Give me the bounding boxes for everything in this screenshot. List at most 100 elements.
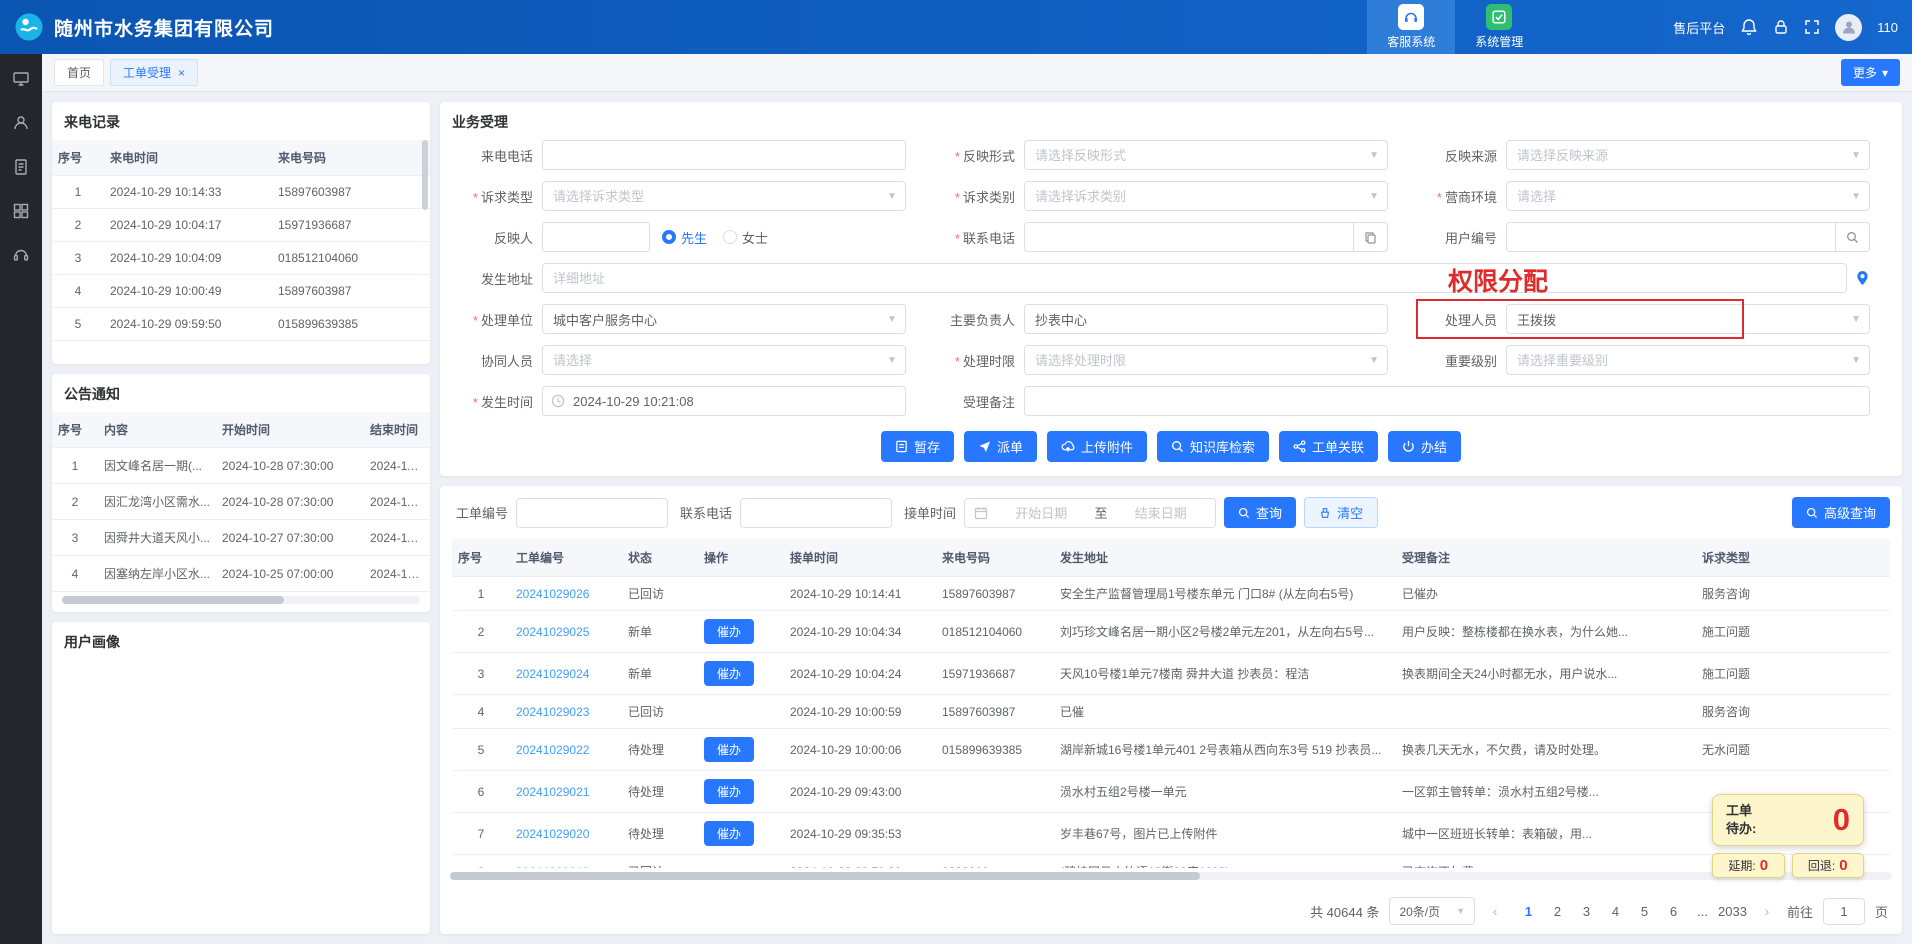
save-button[interactable]: 暂存 xyxy=(881,431,954,462)
user-number-input[interactable] xyxy=(1506,222,1836,252)
order-row[interactable]: 820241029019已回访2024-10-29 09:51:23382886… xyxy=(452,855,1890,869)
announcement-row[interactable]: 2因汇龙湾小区需水...2024-10-28 07:30:002024-11-0… xyxy=(52,484,430,520)
advanced-query-button[interactable]: 高级查询 xyxy=(1792,497,1890,528)
clear-button[interactable]: 清空 xyxy=(1304,497,1378,528)
nav-customer-service[interactable]: 客服系统 xyxy=(1367,0,1455,54)
business-env-select[interactable] xyxy=(1506,181,1870,211)
announcement-row[interactable]: 1因文峰名居一期(...2024-10-28 07:30:002024-11-0… xyxy=(52,448,430,484)
order-link[interactable]: 20241029021 xyxy=(516,785,589,799)
order-row[interactable]: 720241029020待处理催办2024-10-29 09:35:53岁丰巷6… xyxy=(452,813,1890,855)
order-row[interactable]: 220241029025新单催办2024-10-29 10:04:3401851… xyxy=(452,611,1890,653)
accept-note-input[interactable] xyxy=(1024,386,1870,416)
page-number[interactable]: 6 xyxy=(1660,898,1687,925)
dispatch-button[interactable]: 派单 xyxy=(964,431,1037,462)
order-row[interactable]: 320241029024新单催办2024-10-29 10:04:2415971… xyxy=(452,653,1890,695)
order-relate-button[interactable]: 工单关联 xyxy=(1279,431,1378,462)
appeal-type-select[interactable] xyxy=(542,181,906,211)
user-badge[interactable]: 110 xyxy=(1877,20,1898,35)
reflect-form-select[interactable] xyxy=(1024,140,1388,170)
occur-time-input[interactable] xyxy=(542,386,906,416)
address-input[interactable] xyxy=(542,263,1847,293)
horizontal-scrollbar[interactable] xyxy=(62,596,420,604)
query-button[interactable]: 查询 xyxy=(1224,497,1296,528)
importance-select[interactable] xyxy=(1506,345,1870,375)
apps-icon[interactable] xyxy=(12,202,30,220)
urge-button[interactable]: 催办 xyxy=(704,821,754,846)
nav-system-management[interactable]: 系统管理 xyxy=(1455,0,1543,54)
vertical-scrollbar[interactable] xyxy=(422,140,428,210)
call-record-row[interactable]: 12024-10-29 10:14:3315897603987 xyxy=(52,176,430,209)
page-number[interactable]: 2 xyxy=(1544,898,1571,925)
call-records-scroll[interactable]: 12024-10-29 10:14:331589760398722024-10-… xyxy=(52,176,430,364)
dashboard-icon[interactable] xyxy=(12,70,30,88)
announcement-row[interactable]: 4因塞纳左岸小区水...2024-10-25 07:00:002024-10-3… xyxy=(52,556,430,592)
handler-select[interactable] xyxy=(1506,304,1870,334)
fullscreen-icon[interactable] xyxy=(1804,19,1820,35)
start-date-placeholder[interactable]: 开始日期 xyxy=(996,503,1087,522)
appeal-category-select[interactable] xyxy=(1024,181,1388,211)
urge-button[interactable]: 催办 xyxy=(704,661,754,686)
radio-male[interactable]: 先生 xyxy=(662,228,707,247)
bell-icon[interactable] xyxy=(1740,18,1758,36)
user-icon[interactable] xyxy=(12,114,30,132)
order-link[interactable]: 20241029020 xyxy=(516,827,589,841)
upload-attachment-button[interactable]: 上传附件 xyxy=(1047,431,1147,462)
order-link[interactable]: 20241029024 xyxy=(516,667,589,681)
order-link[interactable]: 20241029025 xyxy=(516,625,589,639)
urge-button[interactable]: 催办 xyxy=(704,619,754,644)
main-person-input[interactable] xyxy=(1024,304,1388,334)
more-button[interactable]: 更多 ▾ xyxy=(1841,59,1900,86)
order-link[interactable]: 20241029023 xyxy=(516,705,589,719)
handling-unit-select[interactable] xyxy=(542,304,906,334)
finish-button[interactable]: 办结 xyxy=(1388,431,1461,462)
reflect-source-select[interactable] xyxy=(1506,140,1870,170)
order-link[interactable]: 20241029022 xyxy=(516,743,589,757)
page-number[interactable]: 1 xyxy=(1515,898,1542,925)
page-number[interactable]: 5 xyxy=(1631,898,1658,925)
tab-work-order[interactable]: 工单受理 × xyxy=(110,59,198,86)
lock-icon[interactable] xyxy=(1773,18,1789,36)
order-row[interactable]: 120241029026已回访2024-10-29 10:14:41158976… xyxy=(452,577,1890,611)
order-link[interactable]: 20241029019 xyxy=(516,865,589,869)
end-date-placeholder[interactable]: 结束日期 xyxy=(1116,503,1207,522)
reporter-input[interactable] xyxy=(542,222,650,252)
announcement-row[interactable]: 3因舜井大道天风小...2024-10-27 07:30:002024-11-0… xyxy=(52,520,430,556)
page-size-select[interactable]: 20条/页 ▼ xyxy=(1389,897,1475,925)
goto-page-input[interactable] xyxy=(1823,898,1865,925)
date-range-picker[interactable]: 开始日期 至 结束日期 xyxy=(964,498,1216,528)
phone-search-input[interactable] xyxy=(740,498,892,528)
order-row[interactable]: 620241029021待处理催办2024-10-29 09:43:00涢水村五… xyxy=(452,771,1890,813)
order-no-search-input[interactable] xyxy=(516,498,668,528)
cell-action: 催办 xyxy=(698,611,784,653)
copy-icon[interactable] xyxy=(1354,222,1388,252)
urge-button[interactable]: 催办 xyxy=(704,737,754,762)
page-number[interactable]: 3 xyxy=(1573,898,1600,925)
call-record-row[interactable]: 22024-10-29 10:04:1715971936687 xyxy=(52,209,430,242)
call-record-row[interactable]: 32024-10-29 10:04:09018512104060 xyxy=(52,242,430,275)
close-icon[interactable]: × xyxy=(178,67,185,79)
contact-phone-input[interactable] xyxy=(1024,222,1354,252)
next-page-icon[interactable]: › xyxy=(1757,903,1777,919)
knowledge-search-button[interactable]: 知识库检索 xyxy=(1157,431,1269,462)
radio-female[interactable]: 女士 xyxy=(723,228,768,247)
search-icon[interactable] xyxy=(1836,222,1870,252)
page-number[interactable]: 2033 xyxy=(1718,898,1747,925)
order-row[interactable]: 520241029022待处理催办2024-10-29 10:00:060158… xyxy=(452,729,1890,771)
urge-button[interactable]: 催办 xyxy=(704,779,754,804)
order-row[interactable]: 420241029023已回访2024-10-29 10:00:59158976… xyxy=(452,695,1890,729)
document-icon[interactable] xyxy=(12,158,30,176)
time-limit-select[interactable] xyxy=(1024,345,1388,375)
after-sales-platform-link[interactable]: 售后平台 xyxy=(1673,18,1725,37)
co-worker-select[interactable] xyxy=(542,345,906,375)
tab-home[interactable]: 首页 xyxy=(54,59,104,86)
avatar[interactable] xyxy=(1835,14,1862,41)
caller-phone-input[interactable] xyxy=(542,140,906,170)
prev-page-icon[interactable]: ‹ xyxy=(1485,903,1505,919)
page-number[interactable]: 4 xyxy=(1602,898,1629,925)
orders-horizontal-scrollbar[interactable] xyxy=(450,872,1892,880)
call-record-row[interactable]: 52024-10-29 09:59:50015899639385 xyxy=(52,308,430,341)
location-pin-icon[interactable] xyxy=(1855,270,1870,286)
call-record-row[interactable]: 42024-10-29 10:00:4915897603987 xyxy=(52,275,430,308)
headset-rail-icon[interactable] xyxy=(12,246,30,264)
order-link[interactable]: 20241029026 xyxy=(516,587,589,601)
